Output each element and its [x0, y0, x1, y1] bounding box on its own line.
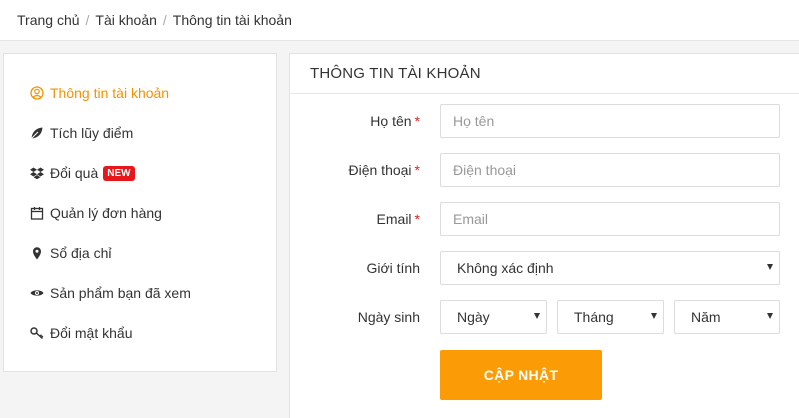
year-value: Năm [691, 309, 721, 325]
breadcrumb-home[interactable]: Trang chủ [17, 12, 80, 28]
sidebar-item-orders[interactable]: Quản lý đơn hàng [30, 203, 162, 223]
caret-down-icon [534, 313, 540, 319]
email-label: Email * [376, 211, 420, 227]
birthday-day-select[interactable]: Ngày [440, 300, 547, 334]
panel-title: THÔNG TIN TÀI KHOẢN [290, 54, 799, 94]
gender-select[interactable]: Không xác định [440, 251, 780, 285]
eye-icon [30, 286, 44, 300]
sidebar-item-label: Sản phẩm bạn đã xem [50, 285, 191, 301]
birthday-month-select[interactable]: Tháng [557, 300, 664, 334]
required-mark: * [414, 211, 420, 227]
breadcrumb-current: Thông tin tài khoản [172, 12, 292, 28]
sidebar-item-label: Thông tin tài khoản [50, 85, 170, 101]
form-row-email: Email * [290, 202, 799, 236]
dropbox-icon [30, 166, 44, 180]
birthday-label: Ngày sinh [357, 309, 420, 325]
form-row-birthday: Ngày sinh Ngày Tháng Năm [290, 300, 799, 334]
form-row-name: Họ tên * [290, 104, 799, 138]
map-marker-icon [30, 246, 44, 260]
name-input[interactable] [440, 104, 780, 138]
sidebar-item-points[interactable]: Tích lũy điểm [30, 123, 133, 143]
sidebar-item-gifts[interactable]: Đổi quà NEW [30, 163, 135, 183]
caret-down-icon [767, 264, 773, 270]
breadcrumb-separator: / [162, 12, 167, 28]
calendar-icon [30, 206, 44, 220]
sidebar-item-addresses[interactable]: Sổ địa chỉ [30, 243, 111, 263]
key-icon [30, 326, 44, 340]
name-label: Họ tên * [370, 113, 420, 129]
birthday-year-select[interactable]: Năm [674, 300, 780, 334]
breadcrumb-account[interactable]: Tài khoản [95, 12, 156, 28]
caret-down-icon [767, 313, 773, 319]
breadcrumb: Trang chủ / Tài khoản / Thông tin tài kh… [0, 0, 799, 41]
gender-value: Không xác định [457, 260, 554, 276]
user-circle-icon [30, 86, 44, 100]
account-info-panel: THÔNG TIN TÀI KHOẢN Họ tên* Điện thoại* … [289, 53, 799, 418]
required-mark: * [414, 113, 420, 129]
email-input[interactable] [440, 202, 780, 236]
gender-label: Giới tính [366, 260, 420, 276]
new-badge: NEW [103, 165, 135, 181]
sidebar-item-label: Sổ địa chỉ [50, 245, 112, 261]
sidebar-item-label: Tích lũy điểm [50, 125, 134, 141]
phone-label: Điện thoại * [348, 162, 421, 178]
month-value: Tháng [574, 309, 614, 325]
required-mark: * [414, 162, 420, 178]
account-sidebar: Thông tin tài khoản Tích lũy điểm Đổi qu… [3, 53, 277, 372]
caret-down-icon [651, 313, 657, 319]
sidebar-item-label: Đổi quà [50, 165, 99, 181]
phone-input[interactable] [440, 153, 780, 187]
form-row-phone: Điện thoại * [290, 153, 799, 187]
sidebar-item-label: Đổi mật khẩu [50, 325, 133, 341]
sidebar-item-viewed-products[interactable]: Sản phẩm bạn đã xem [30, 283, 191, 303]
leaf-icon [30, 126, 44, 140]
sidebar-item-change-password[interactable]: Đổi mật khẩu [30, 323, 132, 343]
day-value: Ngày [457, 309, 490, 325]
form-row-gender: Giới tính Không xác định [290, 251, 799, 285]
breadcrumb-separator: / [85, 12, 90, 28]
sidebar-item-account-info[interactable]: Thông tin tài khoản [30, 83, 169, 103]
sidebar-item-label: Quản lý đơn hàng [50, 205, 162, 221]
update-button[interactable]: CẬP NHẬT [440, 350, 602, 400]
